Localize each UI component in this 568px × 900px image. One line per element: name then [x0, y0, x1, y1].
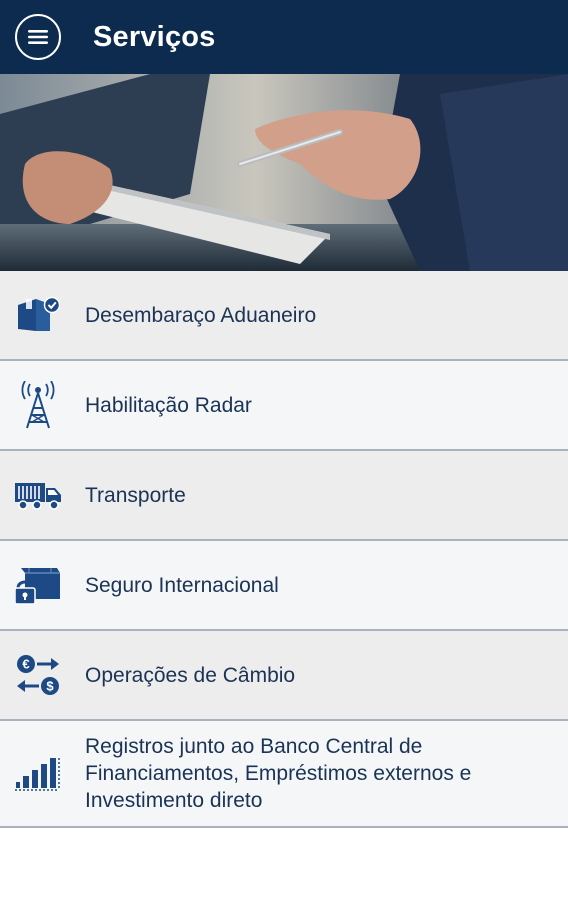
service-label: Seguro Internacional	[85, 573, 279, 597]
service-label: Transporte	[85, 483, 186, 507]
service-label: Registros junto ao Banco Central de Fina…	[85, 735, 472, 812]
hero-image	[0, 74, 568, 271]
page-title: Serviços	[93, 20, 216, 53]
service-item-insurance[interactable]: Seguro Internacional	[0, 541, 568, 631]
customs-box-check-icon	[14, 291, 62, 339]
service-label: Desembaraço Aduaneiro	[85, 303, 317, 327]
radar-antenna-icon	[14, 381, 62, 429]
service-item-central-bank[interactable]: Registros junto ao Banco Central de Fina…	[0, 721, 568, 828]
currency-exchange-icon: € $	[14, 651, 62, 699]
menu-icon	[28, 30, 48, 44]
bar-chart-icon	[14, 750, 62, 798]
truck-icon	[14, 471, 62, 519]
svg-text:€: €	[22, 657, 29, 672]
service-label: Habilitação Radar	[85, 393, 252, 417]
svg-text:$: $	[46, 679, 54, 694]
service-item-exchange[interactable]: € $ Operações de Câmbio	[0, 631, 568, 721]
top-app-bar: Serviços	[0, 0, 568, 74]
service-label: Operações de Câmbio	[85, 663, 296, 687]
service-item-customs[interactable]: Desembaraço Aduaneiro	[0, 271, 568, 361]
service-item-radar[interactable]: Habilitação Radar	[0, 361, 568, 451]
service-item-transport[interactable]: Transporte	[0, 451, 568, 541]
app-screen: Serviços Desembaraço Aduaneiro Habilitaç…	[0, 0, 568, 900]
lock-insurance-icon	[14, 561, 62, 609]
services-list: Desembaraço Aduaneiro Habilitação Radar	[0, 271, 568, 828]
menu-button[interactable]	[15, 14, 61, 60]
